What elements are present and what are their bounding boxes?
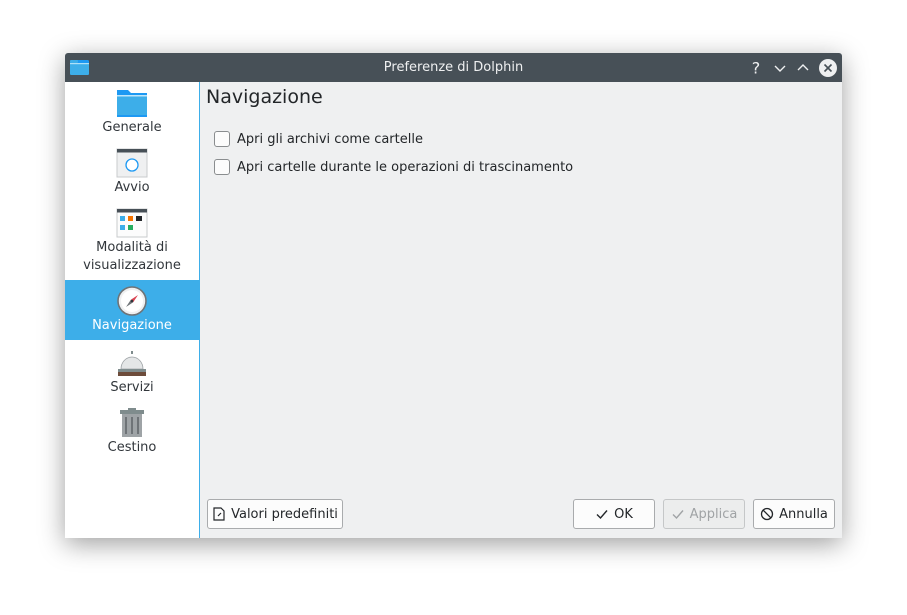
title-bar[interactable]: Preferenze di Dolphin ? (65, 53, 842, 82)
window-title: Preferenze di Dolphin (383, 60, 524, 75)
close-icon[interactable] (818, 58, 838, 78)
option-label: Apri gli archivi come cartelle (237, 131, 423, 147)
cancel-icon (760, 507, 774, 521)
help-icon[interactable]: ? (746, 58, 766, 78)
sidebar-item-navigazione[interactable]: Navigazione (65, 280, 199, 340)
view-modes-icon (116, 208, 148, 238)
ok-button-label: OK (614, 506, 633, 522)
sidebar-item-servizi[interactable]: Servizi (65, 347, 199, 401)
checkbox[interactable] (214, 159, 230, 175)
window-icon (116, 148, 148, 178)
defaults-button[interactable]: Valori predefiniti (207, 499, 343, 529)
sidebar-item-modalita-visualizzazione[interactable]: Modalità di visualizzazione (65, 207, 199, 279)
apply-button[interactable]: Applica (663, 499, 745, 529)
compass-icon (117, 286, 147, 316)
minimize-icon[interactable] (770, 58, 790, 78)
sidebar-item-label: Navigazione (92, 318, 172, 333)
page-title: Navigazione (206, 86, 323, 108)
option-label: Apri cartelle durante le operazioni di t… (237, 159, 574, 175)
checkmark-icon (596, 510, 608, 520)
settings-page: Navigazione Apri gli archivi come cartel… (200, 82, 842, 538)
checkmark-icon (672, 510, 684, 520)
cancel-button-label: Annulla (779, 506, 828, 522)
sidebar-item-label: Servizi (110, 380, 154, 395)
apply-button-label: Applica (689, 506, 738, 522)
preferences-dialog: Preferenze di Dolphin ? Generale Avvio M… (65, 53, 842, 538)
sidebar-item-label: Cestino (107, 440, 157, 455)
option-open-folders-during-drag[interactable]: Apri cartelle durante le operazioni di t… (214, 158, 573, 176)
sidebar-item-cestino[interactable]: Cestino (65, 407, 199, 461)
sidebar-item-generale[interactable]: Generale (65, 87, 199, 141)
document-revert-icon (213, 507, 225, 521)
svg-text:?: ? (752, 59, 761, 78)
defaults-button-label: Valori predefiniti (231, 506, 338, 522)
service-bell-icon (118, 351, 146, 376)
cancel-button[interactable]: Annulla (753, 499, 835, 529)
sidebar-item-label: Generale (102, 120, 162, 135)
sidebar-item-label: Modalità di visualizzazione (83, 240, 181, 273)
sidebar-item-label: Avvio (114, 180, 150, 195)
category-sidebar: Generale Avvio Modalità di visualizzazio… (65, 82, 200, 538)
maximize-icon[interactable] (793, 58, 813, 78)
option-open-archives-as-folders[interactable]: Apri gli archivi come cartelle (214, 130, 423, 148)
trash-icon (120, 408, 144, 437)
sidebar-item-avvio[interactable]: Avvio (65, 147, 199, 201)
checkbox[interactable] (214, 131, 230, 147)
folder-icon (117, 90, 147, 117)
ok-button[interactable]: OK (573, 499, 655, 529)
